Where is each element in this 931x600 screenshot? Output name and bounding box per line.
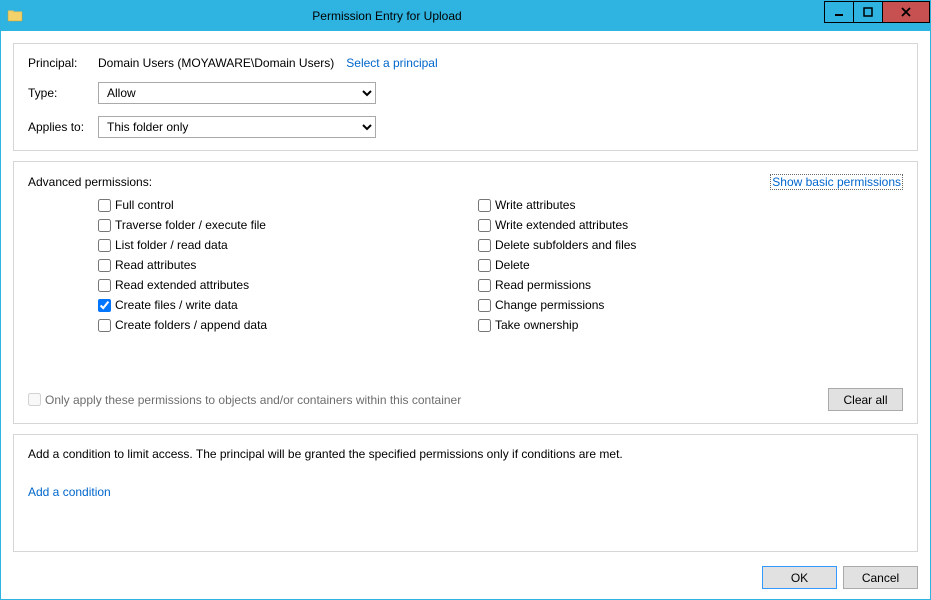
permissions-header-row: Advanced permissions: Show basic permiss… <box>28 174 903 190</box>
show-basic-permissions-link[interactable]: Show basic permissions <box>770 174 903 190</box>
only-apply-row: Only apply these permissions to objects … <box>28 388 903 411</box>
condition-text: Add a condition to limit access. The pri… <box>28 447 903 461</box>
permission-checkbox[interactable] <box>98 279 111 292</box>
ok-button[interactable]: OK <box>762 566 837 589</box>
permission-checkbox[interactable] <box>478 299 491 312</box>
permissions-right-column: Write attributes Write extended attribute… <box>478 198 858 332</box>
minimize-button[interactable] <box>824 1 854 23</box>
advanced-permissions-header: Advanced permissions: <box>28 175 152 189</box>
principal-panel: Principal: Domain Users (MOYAWARE\Domain… <box>13 43 918 151</box>
permission-label: Create files / write data <box>115 298 238 312</box>
permission-item[interactable]: Take ownership <box>478 318 858 332</box>
permission-item[interactable]: Traverse folder / execute file <box>98 218 478 232</box>
principal-label: Principal: <box>28 56 98 70</box>
select-principal-link[interactable]: Select a principal <box>346 56 437 70</box>
permission-checkbox[interactable] <box>98 299 111 312</box>
permission-label: Change permissions <box>495 298 604 312</box>
permission-item[interactable]: Write attributes <box>478 198 858 212</box>
permission-label: Take ownership <box>495 318 578 332</box>
principal-row: Principal: Domain Users (MOYAWARE\Domain… <box>28 56 903 70</box>
permission-checkbox[interactable] <box>478 259 491 272</box>
permission-checkbox[interactable] <box>478 199 491 212</box>
type-label: Type: <box>28 86 98 100</box>
type-select[interactable]: Allow <box>98 82 376 104</box>
permission-checkbox[interactable] <box>98 239 111 252</box>
permission-label: Read extended attributes <box>115 278 249 292</box>
condition-panel: Add a condition to limit access. The pri… <box>13 434 918 552</box>
permission-label: Traverse folder / execute file <box>115 218 266 232</box>
titlebar: Permission Entry for Upload <box>1 1 930 31</box>
permissions-grid: Full control Traverse folder / execute fi… <box>28 198 903 332</box>
clear-all-button[interactable]: Clear all <box>828 388 903 411</box>
permission-item[interactable]: Full control <box>98 198 478 212</box>
permission-checkbox[interactable] <box>478 219 491 232</box>
footer: OK Cancel <box>13 562 918 591</box>
permission-item[interactable]: Read permissions <box>478 278 858 292</box>
only-apply-checkbox <box>28 393 41 406</box>
permission-checkbox[interactable] <box>478 239 491 252</box>
window-title: Permission Entry for Upload <box>0 9 825 23</box>
permission-item[interactable]: Create files / write data <box>98 298 478 312</box>
permission-checkbox[interactable] <box>98 219 111 232</box>
permission-entry-window: Permission Entry for Upload Principal: D… <box>0 0 931 600</box>
permission-item[interactable]: Delete <box>478 258 858 272</box>
advanced-permissions-panel: Advanced permissions: Show basic permiss… <box>13 161 918 424</box>
permission-checkbox[interactable] <box>98 259 111 272</box>
permission-label: Read attributes <box>115 258 196 272</box>
permission-checkbox[interactable] <box>98 319 111 332</box>
only-apply-label: Only apply these permissions to objects … <box>28 393 461 407</box>
permissions-left-column: Full control Traverse folder / execute fi… <box>98 198 478 332</box>
permission-label: Write attributes <box>495 198 575 212</box>
cancel-button[interactable]: Cancel <box>843 566 918 589</box>
permission-label: Write extended attributes <box>495 218 628 232</box>
type-row: Type: Allow <box>28 82 903 104</box>
permission-item[interactable]: Write extended attributes <box>478 218 858 232</box>
permission-item[interactable]: Read attributes <box>98 258 478 272</box>
permission-checkbox[interactable] <box>98 199 111 212</box>
permission-item[interactable]: Read extended attributes <box>98 278 478 292</box>
permission-label: List folder / read data <box>115 238 228 252</box>
body-area: Principal: Domain Users (MOYAWARE\Domain… <box>1 31 930 599</box>
permission-label: Delete subfolders and files <box>495 238 636 252</box>
add-condition-link[interactable]: Add a condition <box>28 485 111 499</box>
permission-checkbox[interactable] <box>478 279 491 292</box>
only-apply-text: Only apply these permissions to objects … <box>45 393 461 407</box>
applies-to-label: Applies to: <box>28 120 98 134</box>
permission-item[interactable]: List folder / read data <box>98 238 478 252</box>
window-controls <box>825 1 930 31</box>
principal-value: Domain Users (MOYAWARE\Domain Users) <box>98 56 334 70</box>
permission-label: Read permissions <box>495 278 591 292</box>
permission-label: Create folders / append data <box>115 318 267 332</box>
permission-label: Full control <box>115 198 174 212</box>
close-button[interactable] <box>882 1 930 23</box>
permission-item[interactable]: Change permissions <box>478 298 858 312</box>
permission-checkbox[interactable] <box>478 319 491 332</box>
applies-to-row: Applies to: This folder only <box>28 116 903 138</box>
permission-label: Delete <box>495 258 530 272</box>
permission-item[interactable]: Create folders / append data <box>98 318 478 332</box>
applies-to-select[interactable]: This folder only <box>98 116 376 138</box>
maximize-button[interactable] <box>853 1 883 23</box>
permission-item[interactable]: Delete subfolders and files <box>478 238 858 252</box>
